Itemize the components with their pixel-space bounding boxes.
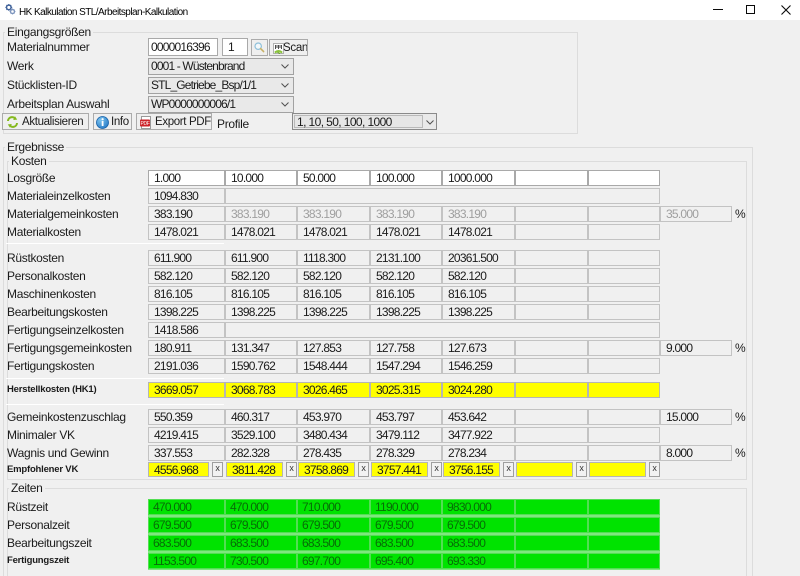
- svg-text:PDF: PDF: [140, 121, 149, 127]
